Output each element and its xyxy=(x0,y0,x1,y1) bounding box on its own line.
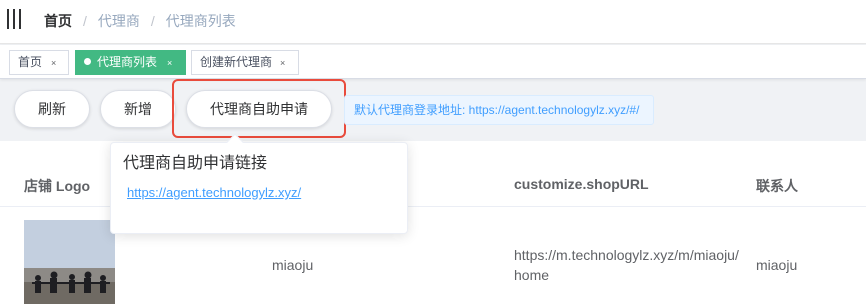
self-apply-popover: 代理商自助申请链接 https://agent.technologylz.xyz… xyxy=(110,133,408,234)
close-icon[interactable]: × xyxy=(51,52,56,75)
breadcrumb-separator: / xyxy=(150,13,155,29)
refresh-button[interactable]: 刷新 xyxy=(14,90,90,128)
redaction-mask xyxy=(325,181,385,201)
tag-agent-list[interactable]: 代理商列表 × xyxy=(75,50,186,75)
active-dot-icon xyxy=(84,58,91,65)
redaction-mask xyxy=(125,201,395,217)
add-button[interactable]: 新增 xyxy=(100,90,176,128)
login-url-hint: 默认代理商登录地址: https://agent.technologylz.xy… xyxy=(344,95,654,125)
close-icon[interactable]: × xyxy=(167,52,172,75)
breadcrumb: 首页 / 代理商 / 代理商列表 xyxy=(44,12,236,30)
breadcrumb-separator: / xyxy=(83,13,87,29)
cell-contact: miaoju xyxy=(756,257,798,273)
highlight-annotation xyxy=(172,79,346,138)
tag-label: 首页 xyxy=(18,55,43,69)
tag-label: 创建新代理商 xyxy=(200,55,273,69)
cell-name: miaoju xyxy=(272,257,314,273)
cell-shop-url: https://m.technologylz.xyz/m/miaoju/home xyxy=(514,247,739,283)
navbar: 首页 / 代理商 / 代理商列表 xyxy=(0,0,866,44)
breadcrumb-home[interactable]: 首页 xyxy=(44,13,72,29)
column-header-logo: 店铺 Logo xyxy=(24,178,91,194)
tag-home[interactable]: 首页 × xyxy=(9,50,69,75)
tag-create-agent[interactable]: 创建新代理商 × xyxy=(191,50,299,75)
column-header-contact: 联系人 xyxy=(756,178,798,194)
hamburger-menu-icon[interactable] xyxy=(7,9,23,29)
column-header-shop-url: customize.shopURL xyxy=(514,176,649,192)
shop-logo-photo xyxy=(24,220,115,304)
shop-logo-image xyxy=(24,220,115,304)
app-window: 首页 / 代理商 / 代理商列表 首页 × 代理商列表 × 创建新代理商 × 刷新 新增… xyxy=(0,0,866,304)
close-icon[interactable]: × xyxy=(280,52,285,75)
popover-title: 代理商自助申请链接 xyxy=(123,155,268,172)
tags-view: 首页 × 代理商列表 × 创建新代理商 × xyxy=(0,45,866,79)
tag-label: 代理商列表 xyxy=(97,55,158,69)
breadcrumb-agent-list: 代理商列表 xyxy=(165,13,236,29)
breadcrumb-agents: 代理商 xyxy=(97,13,140,29)
